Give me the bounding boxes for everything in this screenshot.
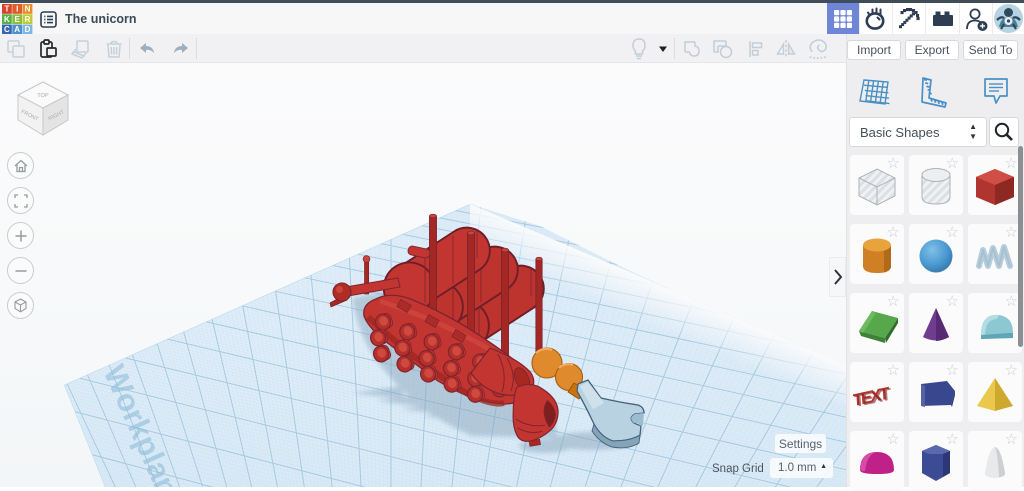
svg-text:TOP: TOP bbox=[37, 93, 49, 99]
svg-text:I: I bbox=[16, 5, 18, 14]
svg-text:E: E bbox=[15, 15, 21, 24]
svg-text:K: K bbox=[4, 15, 10, 24]
svg-text:A: A bbox=[14, 25, 20, 34]
svg-text:T: T bbox=[4, 5, 9, 14]
svg-text:C: C bbox=[4, 25, 10, 34]
svg-text:TEXT: TEXT bbox=[854, 385, 892, 412]
svg-text:N: N bbox=[25, 5, 31, 14]
svg-text:R: R bbox=[25, 15, 31, 24]
svg-text:D: D bbox=[25, 25, 31, 34]
